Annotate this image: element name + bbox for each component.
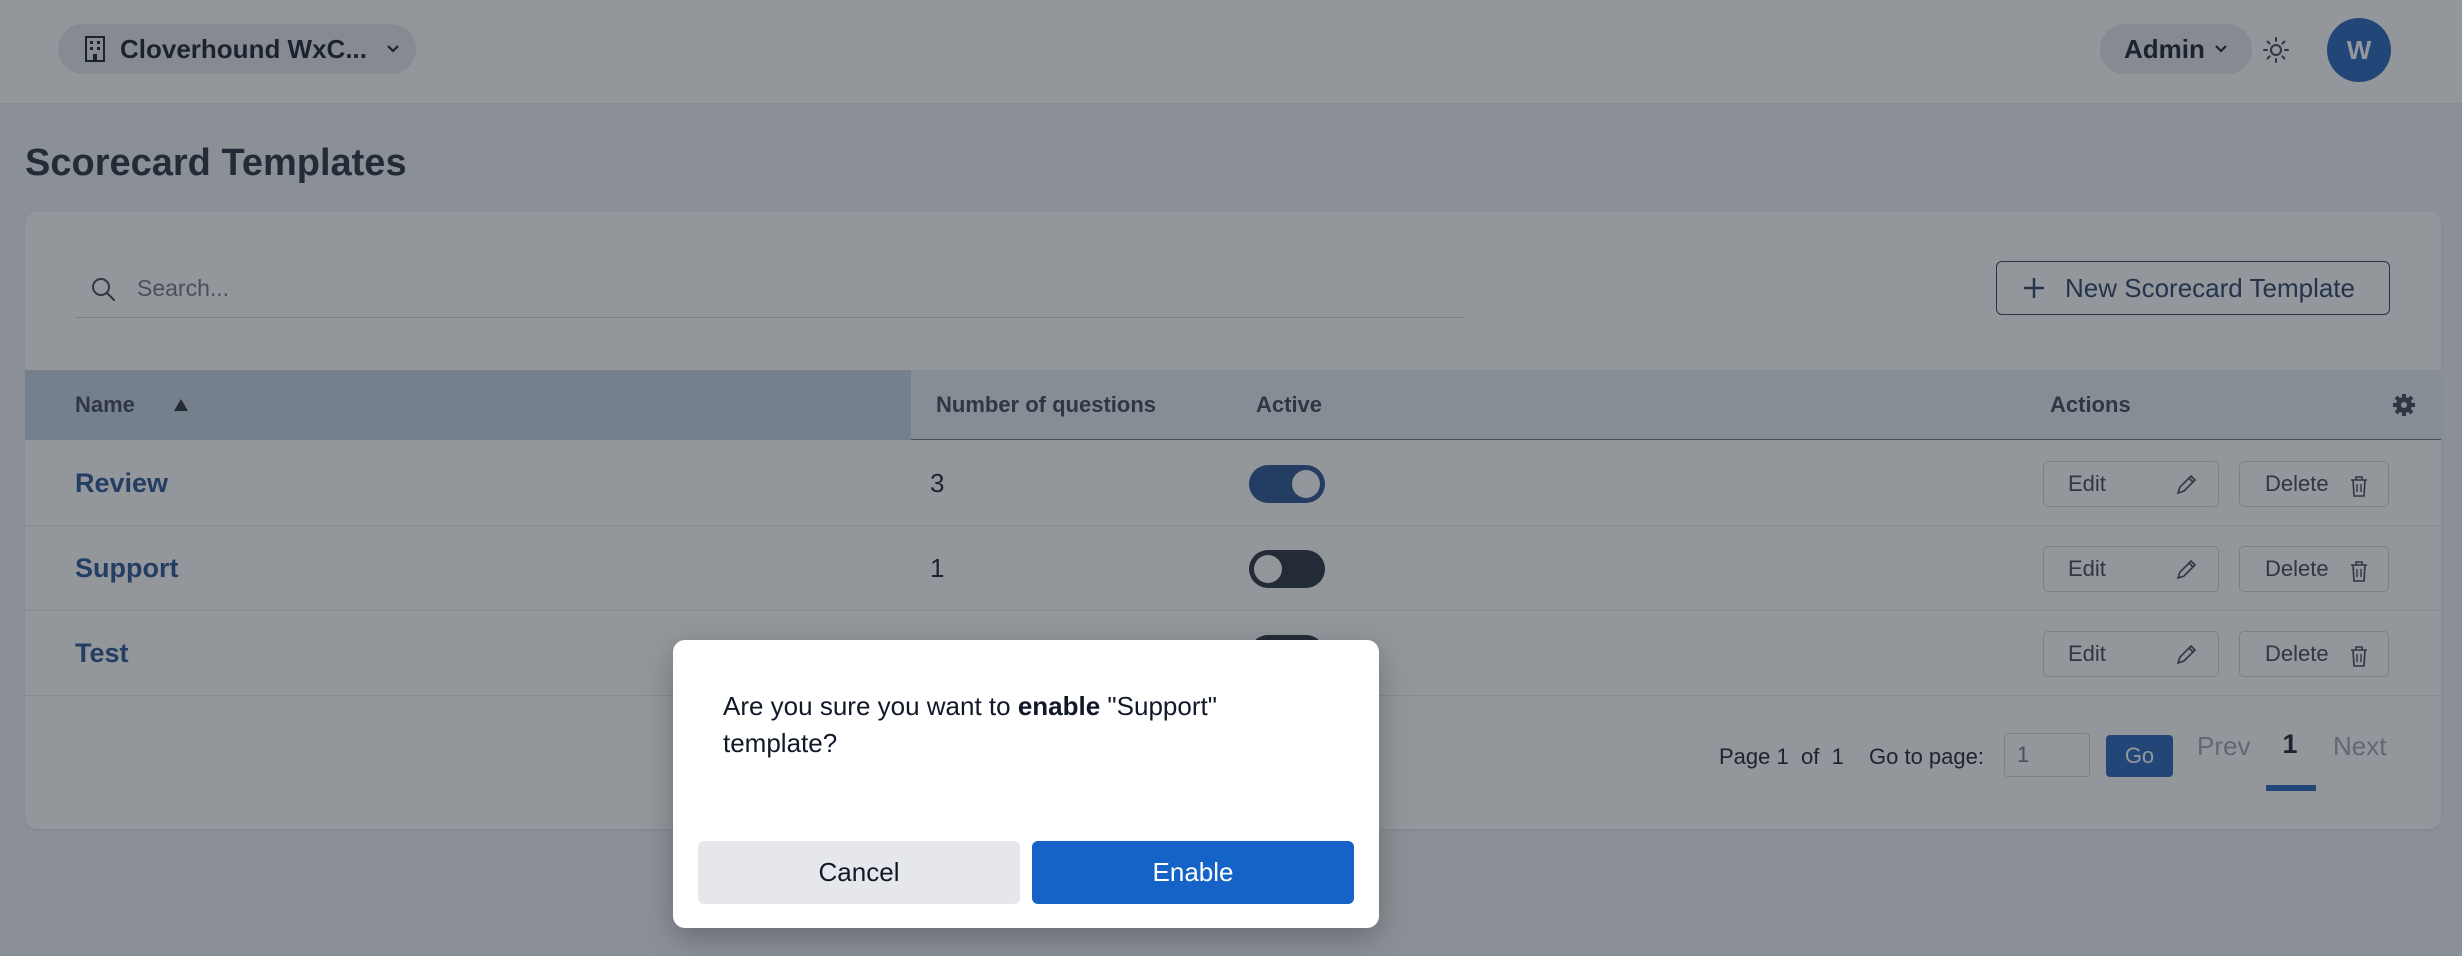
- dialog-msg-prefix: Are you sure you want to: [723, 691, 1018, 721]
- dialog-message: Are you sure you want to enable "Support…: [723, 688, 1323, 762]
- cancel-button[interactable]: Cancel: [698, 841, 1020, 904]
- confirm-dialog: Are you sure you want to enable "Support…: [673, 640, 1379, 928]
- enable-button[interactable]: Enable: [1032, 841, 1354, 904]
- dialog-msg-action: enable: [1017, 691, 1101, 721]
